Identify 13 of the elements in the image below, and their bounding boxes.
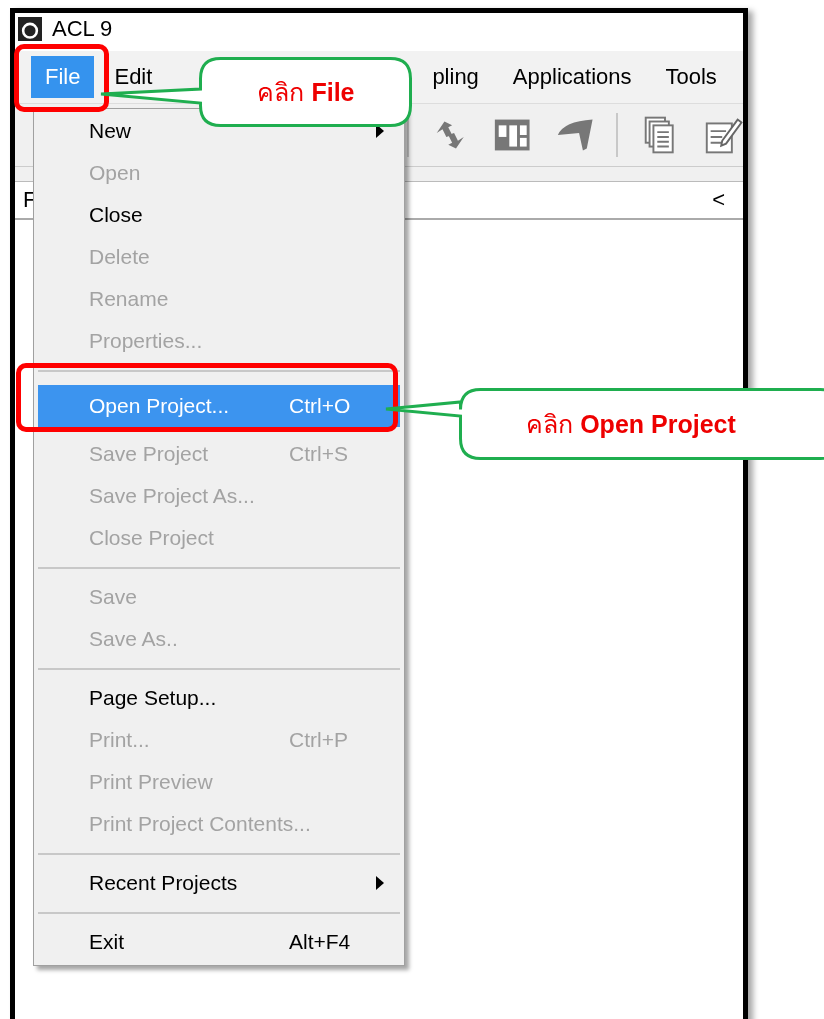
app-logo-icon [18, 17, 42, 41]
menu-item[interactable]: Page Setup... [38, 677, 400, 719]
menu-item[interactable]: Exit Alt+F4 [38, 921, 400, 963]
menu-bar-item[interactable]: File [31, 56, 95, 98]
collapse-button[interactable]: < [712, 187, 725, 213]
menu-bar-item[interactable]: Applications [498, 56, 646, 98]
menu-item[interactable]: Close [38, 194, 400, 236]
callout-tooltip: คลิก Open Project [384, 388, 824, 460]
menu-item[interactable]: Open Project... Ctrl+O [38, 385, 400, 427]
menu-bar-item[interactable]: Tools [651, 56, 731, 98]
menu-item[interactable]: Recent Projects [38, 862, 400, 904]
window-title: ACL 9 [52, 17, 113, 41]
menu-bar-item[interactable]: pling [418, 56, 493, 98]
